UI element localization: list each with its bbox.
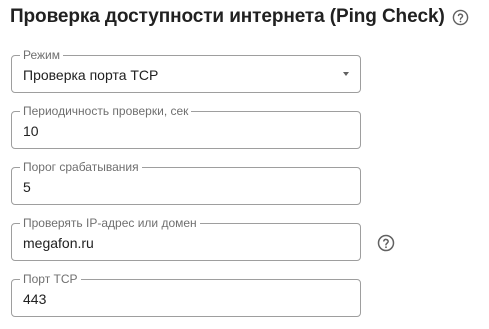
interval-value: 10 [23,123,39,139]
host-field[interactable]: Проверять IP-адрес или домен megafon.ru [11,216,361,261]
host-value: megafon.ru [23,235,94,251]
port-field[interactable]: Порт TCP 443 [11,272,361,317]
help-circle-icon [452,9,469,25]
help-icon[interactable] [452,8,470,26]
page-title: Проверка доступности интернета (Ping Che… [10,6,445,27]
ping-check-panel: Проверка доступности интернета (Ping Che… [0,0,489,329]
port-label: Порт TCP [20,272,81,286]
header: Проверка доступности интернета (Ping Che… [10,6,470,28]
mode-select[interactable]: Режим Проверка порта TCP [11,48,361,93]
interval-field[interactable]: Периодичность проверки, сек 10 [11,104,361,149]
interval-label: Периодичность проверки, сек [20,104,192,118]
host-help-icon[interactable] [377,234,395,252]
help-circle-icon [377,234,395,252]
mode-label: Режим [20,48,63,62]
dropdown-arrow-icon [343,72,349,76]
port-value: 443 [23,291,47,307]
mode-value: Проверка порта TCP [23,67,159,83]
threshold-value: 5 [23,179,31,195]
threshold-label: Порог срабатывания [20,160,142,174]
threshold-field[interactable]: Порог срабатывания 5 [11,160,361,205]
host-label: Проверять IP-адрес или домен [20,216,200,230]
